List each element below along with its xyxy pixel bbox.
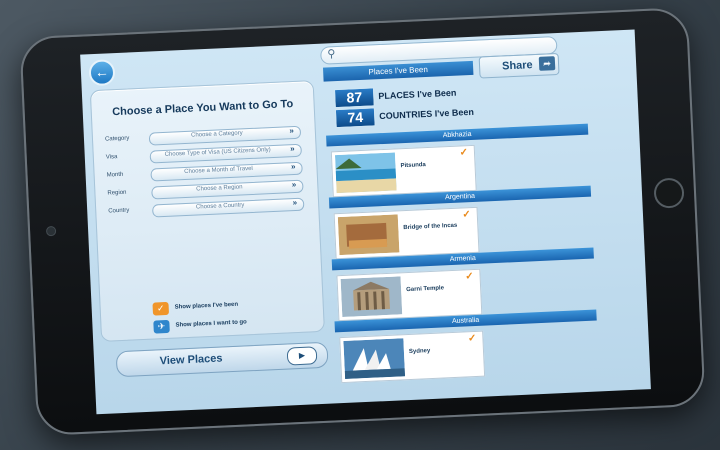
countries-count: 74	[334, 107, 376, 129]
place-photo	[340, 276, 403, 318]
list-item[interactable]: Garni Temple ✓	[336, 268, 483, 322]
form-label: Visa	[105, 154, 118, 161]
share-button-label: Share	[501, 59, 533, 73]
tablet-device: ← ⚲ Places I've Been Share ➦ Choose a Pl…	[19, 7, 706, 436]
form-label: Category	[104, 135, 130, 143]
form-label: Country	[108, 207, 130, 215]
place-name: Pitsunda	[400, 162, 426, 170]
option-label: Show places I want to go	[175, 319, 247, 329]
form-label: Region	[107, 189, 127, 197]
chevron-right-icon: »	[292, 197, 298, 208]
category-select[interactable]: Choose a Category »	[148, 125, 302, 146]
option-show-been[interactable]: ✓ Show places I've been	[152, 302, 238, 317]
month-select[interactable]: Choose a Month of Travel »	[150, 161, 303, 182]
place-name: Garni Temple	[406, 285, 445, 294]
view-places-label: View Places	[159, 352, 223, 368]
places-count: 87	[333, 87, 375, 109]
view-places-button[interactable]: View Places ▶	[115, 341, 329, 378]
travel-stats: 87 PLACES I've Been 74 COUNTRIES I've Be…	[333, 78, 586, 129]
visa-select[interactable]: Choose Type of Visa (US Citizens Only) »	[149, 143, 302, 164]
place-photo	[334, 152, 397, 194]
chevron-right-icon: »	[289, 126, 295, 136]
app-screen: ← ⚲ Places I've Been Share ➦ Choose a Pl…	[80, 29, 651, 415]
camera-icon	[45, 225, 57, 237]
home-button[interactable]	[653, 177, 685, 209]
list-item[interactable]: Sydney ✓	[339, 330, 486, 384]
places-label: PLACES I've Been	[378, 87, 457, 102]
place-name: Bridge of the Incas	[403, 222, 458, 232]
back-arrow-icon[interactable]: ←	[88, 59, 116, 87]
tab-places-been[interactable]: Places I've Been	[322, 60, 474, 82]
option-label: Show places I've been	[174, 301, 239, 311]
form-title: Choose a Place You Want to Go To	[111, 98, 294, 119]
list-item[interactable]: Pitsunda ✓	[330, 144, 477, 198]
place-photo	[343, 338, 406, 379]
countries-label: COUNTRIES I've Been	[379, 106, 475, 122]
select-value: Choose a Month of Travel	[184, 165, 253, 176]
checkmark-icon: ✓	[464, 271, 474, 283]
chevron-right-icon: »	[291, 179, 297, 190]
select-value: Choose a Category	[190, 130, 243, 139]
list-item[interactable]: Bridge of the Incas ✓	[333, 206, 480, 260]
search-form-panel: Choose a Place You Want to Go To Categor…	[89, 80, 325, 342]
checkmark-icon: ✓	[152, 301, 170, 316]
country-select[interactable]: Choose a Country »	[152, 197, 305, 218]
place-photo	[337, 214, 400, 256]
search-icon: ⚲	[327, 48, 336, 61]
form-label: Month	[106, 171, 124, 179]
play-icon: ▶	[286, 346, 318, 366]
region-select[interactable]: Choose a Region »	[151, 179, 304, 200]
select-value: Choose Type of Visa (US Citizens Only)	[164, 147, 271, 158]
airplane-icon: ✈	[153, 319, 170, 334]
select-value: Choose a Region	[196, 184, 243, 193]
place-name: Sydney	[408, 348, 431, 356]
chevron-right-icon: »	[289, 144, 295, 154]
option-show-want[interactable]: ✈ Show places I want to go	[153, 319, 247, 335]
checkmark-icon: ✓	[462, 209, 472, 221]
select-value: Choose a Country	[195, 202, 245, 211]
checkmark-icon: ✓	[467, 332, 477, 345]
share-icon: ➦	[538, 56, 556, 71]
checkmark-icon: ✓	[459, 147, 469, 159]
chevron-right-icon: »	[290, 161, 296, 172]
share-button[interactable]: Share ➦	[478, 52, 560, 79]
